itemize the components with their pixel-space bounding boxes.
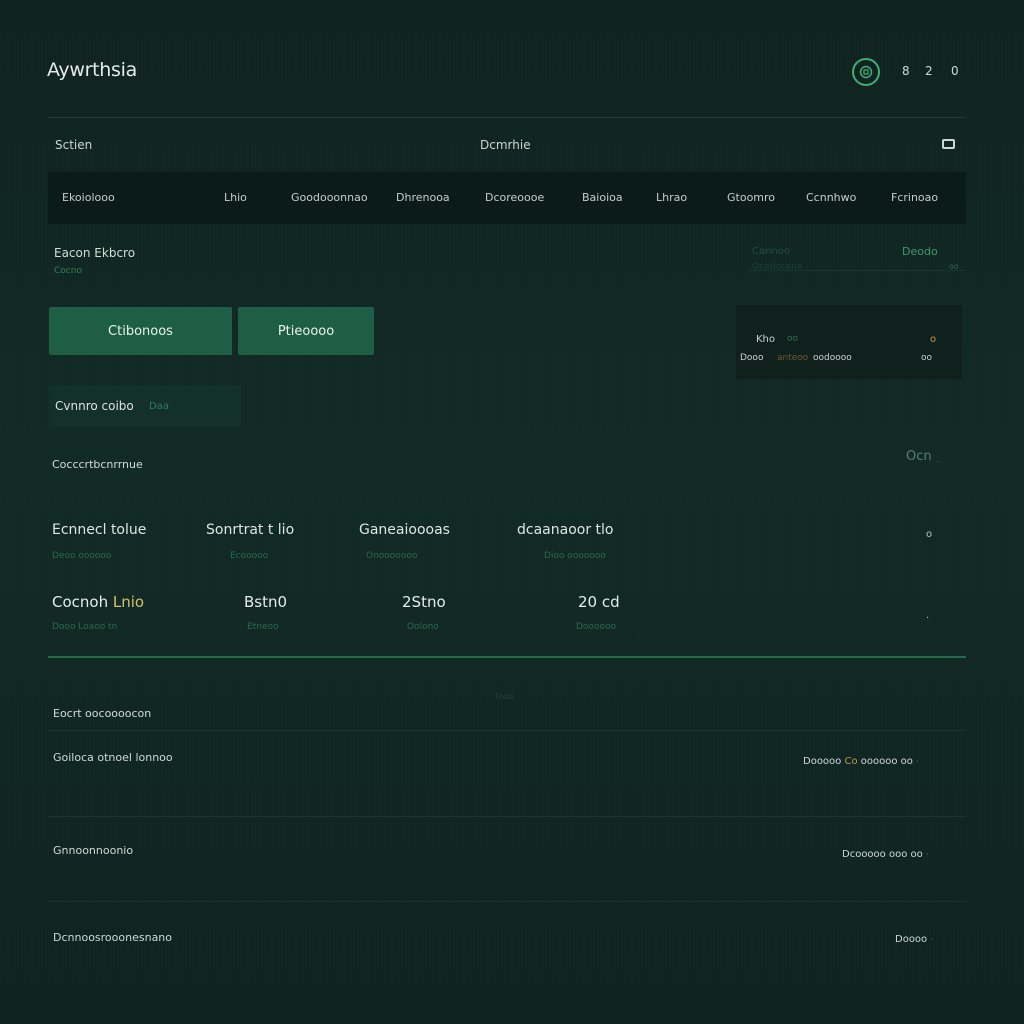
header-counter-3[interactable]: 0 [951,64,959,78]
summary-line1-label: Kho [756,334,776,345]
account-title: Eacon Ekbcro [54,246,136,260]
faint-center-label: Tnoo [494,692,514,701]
account-right-label: Cannoo [752,246,791,257]
activity-row-2-label[interactable]: Gnnoonnoonio [53,844,133,857]
summary-line2-a: Dooo [740,353,764,363]
filter-chip-sub: Daa [149,401,169,412]
activity-row-3-dot: · [930,935,934,945]
stat-label-4: dcaanaoor tlo [517,522,614,538]
activity-row-1-right: Dooooo [803,756,842,767]
activity-row-1-tail: oooooo oo [860,756,913,767]
tab-2[interactable]: Lhio [224,191,247,204]
primary-action-button[interactable]: Ctibonoos [49,307,232,355]
app-window: Aywrthsia 8 2 0 Sctien Dcmrhie Ekoiolooo… [0,0,1024,1024]
overview-divider [48,656,966,658]
tab-4[interactable]: Dhrenooa [396,191,450,204]
summary-line2-right: oo [921,353,933,363]
stat-value-1-text: Cocnoh [52,593,109,611]
wallet-icon[interactable] [852,58,880,86]
stat-value-sub-3: Oolono [407,622,439,632]
activity-row-3-right: Doooo [895,934,928,945]
activity-title: Eocrt oocoooocon [53,707,152,720]
header-counter-1[interactable]: 8 [902,64,910,78]
activity-row-3-meta: Doooo · [895,934,933,945]
activity-row-1-meta: Dooooo Co oooooo oo · [803,756,919,767]
stat-sub-4: Dioo ooooooo [544,551,606,561]
activity-row-1-accent: Co [844,756,858,767]
overview-right-tiny: .. [936,455,942,464]
activity-row-1-dot: · [916,757,919,767]
tab-6[interactable]: Baioioa [582,191,623,204]
activity-row-2-meta: Dcooooo ooo oo · [842,849,929,860]
overview-side-glyph-1: o [926,529,933,540]
activity-row-divider-2 [48,901,966,902]
stat-label-1: Ecnnecl tolue [52,522,147,538]
stat-label-3: Ganeaioooas [359,522,450,538]
summary-line1-accent: oo [787,334,799,344]
stat-value-1: Cocnoh Lnio [52,593,144,611]
account-subtitle: Cocno [54,266,82,276]
filter-chip-label: Cvnnro coibo [55,399,134,413]
stat-sub-2: Ecooooo [230,551,269,561]
stat-value-1-accent: Lnio [112,593,145,611]
tab-5[interactable]: Dcoreoooe [485,191,544,204]
activity-row-2-right: Dcooooo ooo [842,849,908,860]
section-label[interactable]: Sctien [55,138,92,152]
tab-9[interactable]: Ccnnhwo [806,191,856,204]
stat-sub-1: Deoo oooooo [52,551,112,561]
activity-row-3-label[interactable]: Dcnnoosrooonesnano [53,931,172,944]
account-right-link[interactable]: Deodo [902,245,938,258]
overview-side-glyph-2: . [926,610,930,621]
section-center-title: Dcmrhie [480,138,531,152]
app-brand[interactable]: Aywrthsia [47,59,137,81]
activity-row-2-tail: oo [910,849,923,860]
activity-row-divider-1 [48,816,966,817]
stat-sub-3: Onooooooo [366,551,418,561]
header-counter-2[interactable]: 2 [925,64,933,78]
tab-7[interactable]: Lhrao [656,191,687,204]
activity-row-2-dot: · [925,850,929,860]
header-divider [48,117,966,118]
stat-value-sub-2: Etneoo [247,622,279,632]
summary-line2-b: anteoo [777,353,809,363]
tab-1[interactable]: Ekoiolooo [62,191,115,204]
activity-row-1-label[interactable]: Goiloca otnoel lonnoo [53,751,173,764]
secondary-action-button[interactable]: Ptieoooo [238,307,374,355]
tab-8[interactable]: Gtoomro [727,191,775,204]
summary-line1-right: o [930,334,937,345]
summary-line2-c: oodoooo [813,353,852,363]
tab-3[interactable]: Goodooonnao [291,191,368,204]
stat-value-3: 2Stno [402,593,446,611]
stat-value-sub-4: Doooooo [576,622,616,632]
stat-value-4: 20 cd [578,593,620,611]
tab-10[interactable]: Fcrinoao [891,191,938,204]
activity-divider [48,730,966,731]
stat-value-sub-1: Dooo Loaoo tn [52,622,118,632]
window-icon[interactable] [942,139,955,149]
overview-title: Cocccrtbcnrrnue [52,458,143,471]
stat-value-2: Bstn0 [244,593,288,611]
account-right-divider [748,270,966,271]
stat-label-2: Sonrtrat t lio [206,522,295,538]
overview-right-label[interactable]: Ocn [906,449,932,464]
